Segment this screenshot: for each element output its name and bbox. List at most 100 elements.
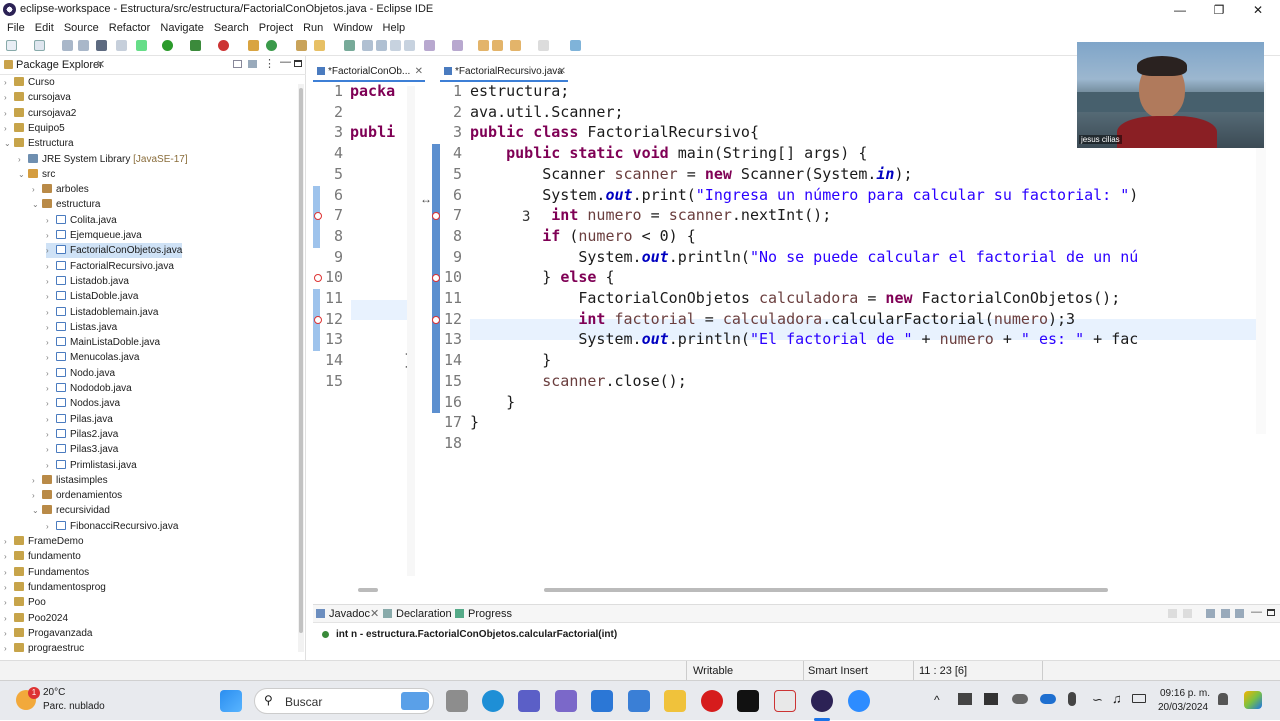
h-scrollbar-thumb[interactable] bbox=[358, 588, 378, 592]
code-line[interactable]: publi bbox=[350, 123, 395, 144]
save-all-icon[interactable] bbox=[78, 40, 89, 51]
tree-item[interactable]: › Nododob.java bbox=[46, 381, 132, 396]
word-wrap-icon[interactable] bbox=[376, 40, 387, 51]
tree-item[interactable]: › JRE System Library [JavaSE-17] bbox=[18, 152, 188, 167]
error-marker-icon[interactable] bbox=[432, 315, 440, 324]
tree-item[interactable]: › MainListaDoble.java bbox=[46, 335, 160, 350]
h-scrollbar-thumb[interactable] bbox=[544, 588, 1108, 592]
start-icon[interactable] bbox=[220, 690, 242, 712]
collapsed-chevron-icon[interactable]: › bbox=[32, 488, 42, 503]
forward-icon[interactable] bbox=[1183, 609, 1192, 618]
menu-edit[interactable]: Edit bbox=[35, 20, 54, 36]
tree-item[interactable]: › Pilas.java bbox=[46, 412, 113, 427]
code-line[interactable]: } bbox=[470, 351, 551, 372]
link-selection-icon[interactable] bbox=[1206, 609, 1215, 618]
collapsed-chevron-icon[interactable]: › bbox=[46, 305, 56, 320]
tree-item[interactable]: › Pilas2.java bbox=[46, 427, 118, 442]
tab-close-icon[interactable]: ✕ bbox=[558, 62, 566, 82]
code-line[interactable]: packa bbox=[350, 82, 395, 103]
collapsed-chevron-icon[interactable]: › bbox=[46, 458, 56, 473]
tray-app2-icon[interactable] bbox=[984, 693, 998, 705]
code-line[interactable]: } else { bbox=[470, 268, 614, 289]
weather-description[interactable]: Parc. nublado bbox=[43, 701, 105, 712]
opera-icon[interactable] bbox=[701, 690, 723, 712]
collapsed-chevron-icon[interactable]: › bbox=[46, 213, 56, 228]
tree-item[interactable]: › cursojava bbox=[4, 90, 71, 105]
collapsed-chevron-icon[interactable]: › bbox=[46, 519, 56, 534]
pin-editor-icon[interactable] bbox=[570, 40, 581, 51]
code-line[interactable]: System.out.println("El factorial de " + … bbox=[470, 330, 1138, 351]
open-type-icon[interactable] bbox=[296, 40, 307, 51]
code-line[interactable]: int factorial = calculadora.calcularFact… bbox=[470, 310, 1075, 331]
collapsed-chevron-icon[interactable]: › bbox=[46, 228, 56, 243]
tray-app-icon[interactable] bbox=[958, 693, 972, 705]
tree-item[interactable]: › Poo2024 bbox=[4, 611, 68, 626]
new-java-project-icon[interactable] bbox=[248, 40, 259, 51]
minimize-icon[interactable]: — bbox=[1172, 2, 1188, 18]
open-declaration-icon[interactable] bbox=[1235, 609, 1244, 618]
code-line[interactable]: public static void main(String[] args) { bbox=[470, 144, 867, 165]
clock-date[interactable]: 20/03/2024 bbox=[1158, 702, 1208, 713]
tree-item[interactable]: ⌄ src bbox=[18, 167, 55, 182]
collapsed-chevron-icon[interactable]: › bbox=[4, 611, 14, 626]
close-icon[interactable]: ✕ bbox=[1250, 2, 1266, 18]
collapsed-chevron-icon[interactable]: › bbox=[46, 350, 56, 365]
onedrive-business-icon[interactable] bbox=[1040, 694, 1056, 704]
forward-icon[interactable] bbox=[538, 40, 549, 51]
code-line[interactable]: ava.util.Scanner; bbox=[470, 103, 624, 124]
tree-item[interactable]: › fundamentosprog bbox=[4, 580, 106, 595]
store-icon[interactable] bbox=[591, 690, 613, 712]
tree-item[interactable]: › Colita.java bbox=[46, 213, 117, 228]
tab-close-icon[interactable]: ✕ bbox=[415, 62, 423, 82]
menu-help[interactable]: Help bbox=[383, 20, 406, 36]
view-maximize-icon[interactable] bbox=[294, 60, 302, 67]
search-box[interactable]: ⚲ Buscar bbox=[254, 688, 434, 714]
editor-tab-factorial-recursivo[interactable]: *FactorialRecursivo.java ✕ bbox=[440, 62, 568, 82]
new-class-icon[interactable] bbox=[266, 40, 277, 51]
collapsed-chevron-icon[interactable]: › bbox=[46, 243, 56, 258]
next-annotation-icon[interactable] bbox=[424, 40, 435, 51]
open-browser-icon[interactable] bbox=[1221, 609, 1230, 618]
code-line[interactable]: estructura; bbox=[470, 82, 569, 103]
copilot-icon[interactable] bbox=[1244, 691, 1262, 709]
tree-item[interactable]: › fundamento bbox=[4, 549, 81, 564]
tree-item[interactable]: › Ejemqueue.java bbox=[46, 228, 142, 243]
tree-item[interactable]: › Nodo.java bbox=[46, 366, 115, 381]
code-line[interactable]: scanner.close(); bbox=[470, 372, 687, 393]
tab-declaration[interactable]: Declaration bbox=[396, 608, 452, 620]
onedrive-icon[interactable] bbox=[1012, 694, 1028, 704]
view-minimize-icon[interactable]: — bbox=[280, 56, 291, 68]
collapsed-chevron-icon[interactable]: › bbox=[4, 534, 14, 549]
notes-icon[interactable] bbox=[555, 690, 577, 712]
teams-icon[interactable] bbox=[518, 690, 540, 712]
expanded-chevron-icon[interactable]: ⌄ bbox=[4, 136, 14, 151]
run-icon[interactable] bbox=[162, 40, 173, 51]
menu-search[interactable]: Search bbox=[214, 20, 249, 36]
tree-item[interactable]: › Progavanzada bbox=[4, 626, 93, 641]
wifi-icon[interactable]: ∽ bbox=[1092, 692, 1103, 708]
collapsed-chevron-icon[interactable]: › bbox=[46, 274, 56, 289]
editor-tab-factorial-con-objetos[interactable]: *FactorialConOb... ✕ bbox=[313, 62, 425, 82]
collapsed-chevron-icon[interactable]: › bbox=[32, 473, 42, 488]
tree-item[interactable]: › Listadob.java bbox=[46, 274, 129, 289]
code-line[interactable]: public class FactorialRecursivo{ bbox=[470, 123, 759, 144]
tree-item[interactable]: › FrameDemo bbox=[4, 534, 84, 549]
view-menu-icon[interactable]: ⋮ bbox=[264, 57, 275, 70]
save-icon[interactable] bbox=[62, 40, 73, 51]
search-tool-icon[interactable] bbox=[314, 40, 325, 51]
tree-item[interactable]: › Menucolas.java bbox=[46, 350, 139, 365]
last-edit-icon[interactable] bbox=[478, 40, 489, 51]
tree-item[interactable]: › listasimples bbox=[32, 473, 108, 488]
error-marker-icon[interactable] bbox=[314, 315, 322, 324]
code-line[interactable]: Scanner scanner = new Scanner(System.in)… bbox=[470, 165, 912, 186]
new-dropdown-icon[interactable] bbox=[34, 40, 45, 51]
code-line[interactable]: if (numero < 0) { bbox=[470, 227, 696, 248]
tree-item[interactable]: › Poo bbox=[4, 595, 46, 610]
tab-progress[interactable]: Progress bbox=[468, 608, 512, 620]
tree-item[interactable]: › Listadoblemain.java bbox=[46, 305, 158, 320]
code-line[interactable]: System.out.print("Ingresa un número para… bbox=[470, 186, 1138, 207]
collapsed-chevron-icon[interactable]: › bbox=[4, 549, 14, 564]
tree-scrollbar[interactable] bbox=[298, 84, 304, 652]
collapsed-chevron-icon[interactable]: › bbox=[46, 396, 56, 411]
tree-item[interactable]: › ordenamientos bbox=[32, 488, 122, 503]
